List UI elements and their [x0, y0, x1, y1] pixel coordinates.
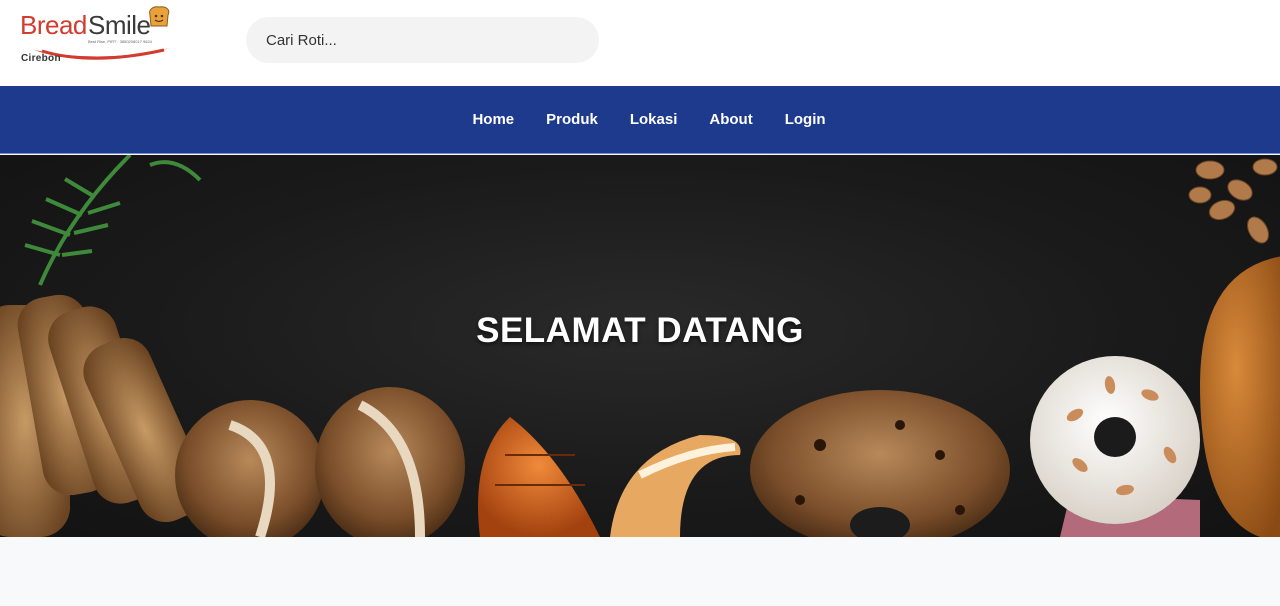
raisin-bread — [750, 390, 1010, 537]
almonds — [1188, 158, 1278, 244]
glazed-donut — [1030, 356, 1200, 537]
hero-title: SELAMAT DATANG — [476, 311, 804, 350]
content-area — [0, 537, 1280, 606]
hero-banner: SELAMAT DATANG — [0, 155, 1280, 537]
nav-menu: Home Produk Lokasi About Login — [0, 86, 1280, 153]
fern-leaves — [24, 155, 202, 286]
croissant — [478, 417, 600, 537]
nav-home-link[interactable]: Home — [472, 111, 514, 128]
bread-face-icon — [149, 6, 170, 27]
bread-smile-logo[interactable]: Bread Smile Best Rise, PIRT : 3850208017… — [18, 4, 174, 68]
nav-about-link[interactable]: About — [709, 111, 752, 128]
right-loaf — [1200, 256, 1280, 537]
sourdough-loaves — [175, 387, 465, 537]
logo-word-smile: Smile — [88, 10, 151, 40]
main-navbar: Home Produk Lokasi About Login — [0, 86, 1280, 154]
search-input[interactable] — [246, 17, 599, 63]
logo-city: Cirebon — [21, 53, 61, 64]
top-header: Bread Smile Best Rise, PIRT : 3850208017… — [0, 0, 1280, 86]
nav-produk-link[interactable]: Produk — [546, 111, 598, 128]
nav-lokasi-link[interactable]: Lokasi — [630, 111, 678, 128]
nav-login-link[interactable]: Login — [785, 111, 826, 128]
logo-word-bread: Bread — [20, 10, 87, 40]
crescent-bun — [610, 435, 741, 537]
